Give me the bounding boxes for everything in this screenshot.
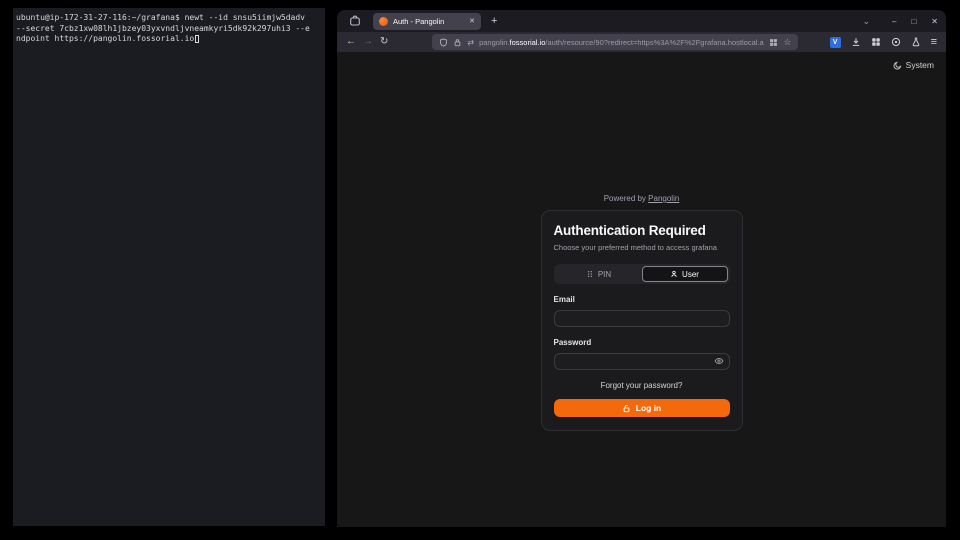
auth-card: Authentication Required Choose your pref… (541, 210, 743, 431)
login-button[interactable]: Log in (554, 399, 730, 417)
bookmark-star-icon[interactable]: ☆ (783, 37, 791, 48)
tracking-protection-shield-icon[interactable] (439, 38, 448, 47)
terminal-line: ndpoint https://pangolin.fossorial.io (16, 34, 322, 45)
blue-extension-icon[interactable]: V (830, 37, 841, 48)
terminal-cursor (195, 35, 199, 43)
card-subtitle: Choose your preferred method to access g… (554, 243, 730, 252)
tab-pin-label: PIN (598, 270, 611, 279)
downloads-icon[interactable] (851, 37, 861, 47)
page-action-grid-icon[interactable] (769, 38, 778, 47)
email-label: Email (554, 295, 730, 304)
theme-toggle[interactable]: System (893, 60, 934, 70)
page-content: System Powered by Pangolin Authenticatio… (337, 52, 946, 527)
tab-user[interactable]: User (642, 266, 728, 282)
tab-bar: Auth - Pangolin ✕ + ⌄ – □ ✕ (337, 10, 946, 32)
firefox-view-icon[interactable] (349, 15, 361, 27)
flask-extension-icon[interactable] (911, 37, 921, 47)
powered-by: Powered by Pangolin (541, 194, 743, 203)
tab-pin[interactable]: PIN (556, 266, 642, 282)
reload-button[interactable]: ↻ (380, 37, 388, 47)
nav-toolbar: ← → ↻ ⇄ pangolin.fossorial.io/auth/resou… (337, 32, 946, 52)
minimize-button[interactable]: – (892, 17, 896, 26)
browser-window: Auth - Pangolin ✕ + ⌄ – □ ✕ ← → ↻ (337, 10, 946, 527)
password-field[interactable] (554, 353, 730, 370)
pangolin-favicon (379, 17, 388, 26)
url-bar[interactable]: ⇄ pangolin.fossorial.io/auth/resource/90… (432, 34, 798, 50)
browser-tab[interactable]: Auth - Pangolin ✕ (373, 13, 481, 30)
new-tab-button[interactable]: + (491, 15, 497, 27)
show-password-eye-icon[interactable] (714, 356, 724, 366)
maximize-button[interactable]: □ (911, 17, 916, 26)
tab-title: Auth - Pangolin (393, 17, 464, 26)
tab-close-icon[interactable]: ✕ (469, 17, 475, 25)
terminal-line: --secret 7cbz1xw08lh1jbzey03yxvndljvneam… (16, 24, 322, 35)
terminal-line: ubuntu@ip-172-31-27-116:~/grafana$ newt … (16, 13, 322, 24)
tab-list-chevron-icon[interactable]: ⌄ (862, 16, 870, 27)
extensions-puzzle-grid-icon[interactable] (871, 37, 881, 47)
menu-hamburger-icon[interactable]: ≡ (931, 36, 937, 48)
window-controls: – □ ✕ (892, 17, 938, 26)
moon-icon (893, 61, 902, 70)
theme-toggle-label: System (906, 60, 934, 70)
https-lock-icon[interactable] (453, 38, 462, 47)
circle-dot-extension-icon[interactable] (891, 37, 901, 47)
auth-panel: Powered by Pangolin Authentication Requi… (541, 194, 743, 431)
lock-open-icon (622, 404, 631, 413)
permissions-exchange-icon[interactable]: ⇄ (467, 38, 474, 47)
url-text[interactable]: pangolin.fossorial.io/auth/resource/90?r… (479, 38, 764, 47)
forward-button[interactable]: → (363, 37, 373, 47)
login-button-label: Log in (636, 403, 662, 413)
terminal-window[interactable]: ubuntu@ip-172-31-27-116:~/grafana$ newt … (13, 8, 325, 526)
auth-method-tabs: PIN User (554, 264, 730, 284)
password-field-wrap (554, 351, 730, 370)
password-label: Password (554, 338, 730, 347)
toolbar-extensions-area: V ≡ (830, 36, 937, 48)
keypad-icon (586, 270, 594, 278)
card-title: Authentication Required (554, 223, 730, 238)
pangolin-link[interactable]: Pangolin (648, 194, 679, 203)
close-window-button[interactable]: ✕ (931, 17, 938, 26)
forgot-password-link[interactable]: Forgot your password? (554, 381, 730, 390)
tab-user-label: User (682, 270, 699, 279)
user-icon (670, 270, 678, 278)
email-field[interactable] (554, 310, 730, 327)
back-button[interactable]: ← (346, 37, 356, 47)
